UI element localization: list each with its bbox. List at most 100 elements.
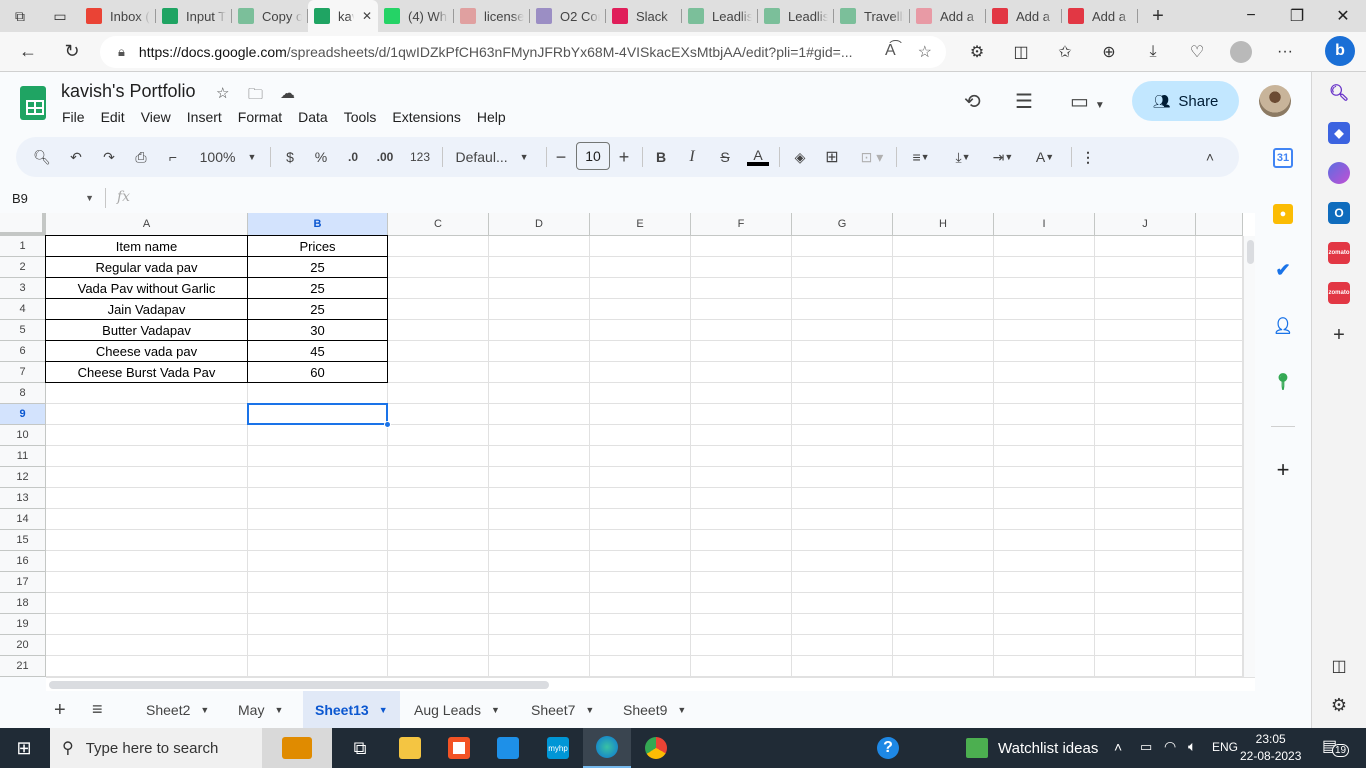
cell[interactable] <box>590 278 691 299</box>
text-color-button[interactable]: A <box>747 137 769 177</box>
fill-color-button[interactable]: ◈ <box>789 137 811 177</box>
cell[interactable] <box>388 446 489 467</box>
cell[interactable] <box>1196 551 1243 572</box>
minimize-button[interactable]: − <box>1228 0 1274 32</box>
fill-handle[interactable] <box>384 421 391 428</box>
font-size-input[interactable]: 10 <box>576 142 610 170</box>
cell[interactable] <box>792 635 893 656</box>
percent-format-button[interactable]: % <box>313 137 329 177</box>
cell[interactable] <box>994 278 1095 299</box>
menu-format[interactable]: Format <box>230 107 290 127</box>
chevron-down-icon[interactable]: ▼ <box>274 705 283 715</box>
cell[interactable] <box>1196 614 1243 635</box>
cell[interactable] <box>388 278 489 299</box>
decrease-font-size-button[interactable]: − <box>553 137 569 177</box>
refresh-button[interactable]: ↻ <box>50 32 94 72</box>
cell[interactable] <box>792 467 893 488</box>
cell[interactable]: 25 <box>247 277 388 299</box>
cell[interactable] <box>388 635 489 656</box>
cell[interactable] <box>691 488 792 509</box>
cell[interactable] <box>691 299 792 320</box>
cell[interactable] <box>1196 383 1243 404</box>
row-header[interactable]: 15 <box>0 530 46 551</box>
cell[interactable] <box>489 572 590 593</box>
extensions-icon[interactable]: ⚙︎ <box>955 42 999 62</box>
cell[interactable]: Jain Vadapav <box>45 298 248 320</box>
cell[interactable] <box>792 572 893 593</box>
cell[interactable] <box>590 362 691 383</box>
cell[interactable] <box>994 404 1095 425</box>
cell[interactable] <box>893 341 994 362</box>
chevron-down-icon[interactable]: ▼ <box>585 705 594 715</box>
cell[interactable] <box>590 425 691 446</box>
show-hidden-icons[interactable]: ˄ <box>1114 739 1122 755</box>
cell[interactable] <box>46 593 248 614</box>
battery-icon[interactable]: ▭ <box>1140 739 1152 755</box>
cell[interactable] <box>1196 425 1243 446</box>
cell[interactable] <box>248 593 388 614</box>
downloads-icon[interactable]: ⤓ <box>1131 43 1175 61</box>
cell[interactable] <box>893 278 994 299</box>
cell[interactable]: Cheese Burst Vada Pav <box>45 361 248 383</box>
microsoft-store-icon[interactable] <box>435 728 483 768</box>
redo-icon[interactable]: ↷ <box>99 137 119 177</box>
cell[interactable] <box>691 614 792 635</box>
browser-tab[interactable]: Travelli <box>834 0 910 32</box>
cell[interactable] <box>792 593 893 614</box>
cell[interactable] <box>489 341 590 362</box>
row-header[interactable]: 18 <box>0 593 46 614</box>
cell[interactable] <box>893 425 994 446</box>
restore-button[interactable]: ❐ <box>1274 0 1320 32</box>
version-history-icon[interactable]: ⟲ <box>964 89 981 114</box>
shopping-icon[interactable]: ◆ <box>1328 122 1350 144</box>
cell[interactable] <box>893 299 994 320</box>
cell[interactable] <box>792 530 893 551</box>
cell[interactable] <box>893 383 994 404</box>
cell[interactable] <box>691 362 792 383</box>
menu-view[interactable]: View <box>133 107 179 127</box>
cell[interactable] <box>388 488 489 509</box>
cell[interactable] <box>893 320 994 341</box>
menu-edit[interactable]: Edit <box>93 107 133 127</box>
cell[interactable] <box>1095 362 1196 383</box>
header-cell[interactable]: Prices <box>247 235 388 257</box>
office-icon[interactable] <box>1328 162 1350 184</box>
cell[interactable] <box>1095 593 1196 614</box>
row-header[interactable]: 12 <box>0 467 46 488</box>
move-folder-icon[interactable]: 🗀 <box>248 84 263 109</box>
cell[interactable] <box>1095 446 1196 467</box>
mail-icon[interactable] <box>484 728 532 768</box>
cell[interactable] <box>1095 236 1196 257</box>
browser-tab[interactable]: Add a <box>986 0 1062 32</box>
cell[interactable] <box>691 509 792 530</box>
cell[interactable] <box>1196 446 1243 467</box>
cell[interactable]: Vada Pav without Garlic <box>45 277 248 299</box>
cell[interactable] <box>590 383 691 404</box>
cell[interactable] <box>590 551 691 572</box>
cell[interactable] <box>792 656 893 677</box>
cell[interactable] <box>489 656 590 677</box>
browser-tab[interactable]: O2 Cor <box>530 0 606 32</box>
browser-tab[interactable]: Add a <box>910 0 986 32</box>
cell[interactable] <box>489 320 590 341</box>
browser-essentials-icon[interactable]: ♡ <box>1175 42 1219 62</box>
cell[interactable] <box>388 362 489 383</box>
help-icon[interactable]: ? <box>864 728 912 768</box>
cell[interactable] <box>1095 320 1196 341</box>
widget-watchlist[interactable]: Watchlist ideas <box>966 728 1098 768</box>
cell[interactable] <box>489 635 590 656</box>
calendar-icon[interactable]: 31 <box>1273 148 1293 168</box>
cell[interactable] <box>691 257 792 278</box>
new-tab-button[interactable]: + <box>1138 0 1178 32</box>
cell[interactable] <box>1095 614 1196 635</box>
cell[interactable] <box>388 341 489 362</box>
cell[interactable]: 25 <box>247 298 388 320</box>
row-header[interactable]: 17 <box>0 572 46 593</box>
cell[interactable] <box>489 278 590 299</box>
vertical-scroll-thumb[interactable] <box>1247 240 1254 264</box>
cell[interactable] <box>994 593 1095 614</box>
cell[interactable] <box>248 656 388 677</box>
cell[interactable] <box>248 467 388 488</box>
chevron-down-icon[interactable]: ▼ <box>491 705 500 715</box>
cell[interactable] <box>489 446 590 467</box>
